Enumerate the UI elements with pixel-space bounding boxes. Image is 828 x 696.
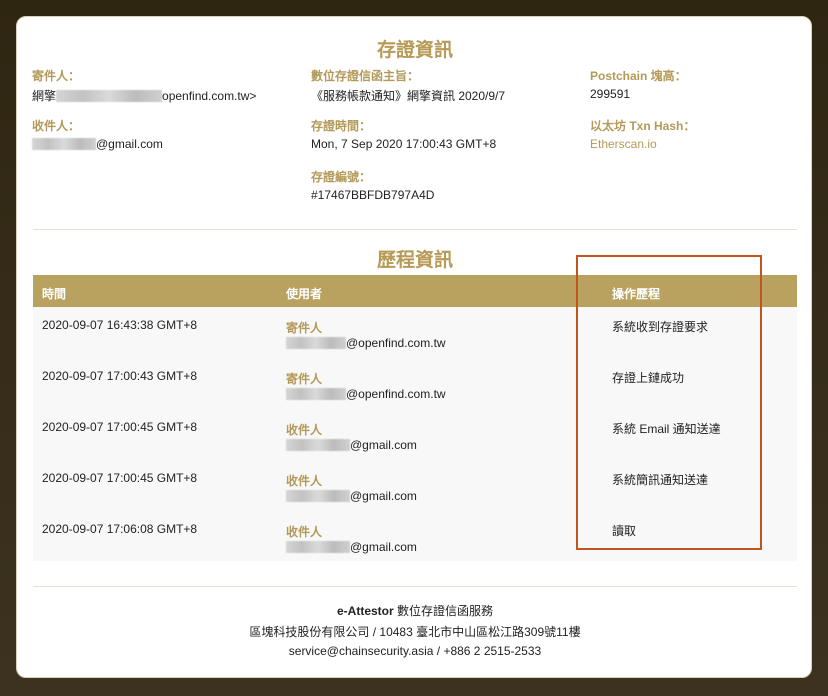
redacted-email	[286, 541, 350, 553]
row-role: 寄件人	[286, 321, 323, 335]
footer-brand: e-Attestor	[336, 604, 394, 618]
subject-value: 《服務帳款通知》網擎資訊 2020/9/7	[311, 89, 506, 103]
row-email: @openfind.com.tw	[286, 387, 446, 401]
redacted-email	[286, 337, 346, 349]
footer-contact: service@chainsecurity.asia / +886 2 2515…	[288, 644, 542, 658]
redacted-sender-email	[56, 90, 163, 102]
redacted-email	[286, 439, 350, 451]
etherscan-link[interactable]: Etherscan.io	[590, 137, 657, 151]
footer-company: 區塊科技股份有限公司 / 10483 臺北市中山區松江路309號11樓	[249, 625, 581, 639]
row-email: @gmail.com	[286, 489, 417, 503]
redacted-email	[286, 388, 346, 400]
column-header-user: 使用者	[286, 287, 323, 301]
time-value: Mon, 7 Sep 2020 17:00:43 GMT+8	[311, 137, 497, 151]
row-role: 寄件人	[286, 372, 323, 386]
time-label: 存證時間：	[311, 119, 372, 133]
sender-name: 網擎	[32, 89, 57, 103]
row-time: 2020-09-07 17:00:45 GMT+8	[42, 471, 198, 485]
row-role: 收件人	[286, 423, 323, 437]
row-time: 2020-09-07 17:06:08 GMT+8	[42, 522, 198, 536]
redacted-recipient-email	[32, 138, 96, 150]
sender-domain: openfind.com.tw>	[162, 89, 257, 103]
row-role: 收件人	[286, 525, 323, 539]
block-height-label: Postchain 塊高：	[590, 69, 687, 83]
redacted-email	[286, 490, 350, 502]
footer-divider	[33, 586, 797, 587]
recipient-value: @gmail.com	[32, 137, 163, 151]
subject-label: 數位存證信函主旨：	[311, 69, 420, 83]
footer-service-line: e-Attestor 數位存證信函服務	[17, 602, 813, 619]
block-height-value: 299591	[590, 87, 631, 101]
row-time: 2020-09-07 17:00:45 GMT+8	[42, 420, 198, 434]
cert-info-title: 存證資訊	[376, 39, 453, 61]
row-role: 收件人	[286, 474, 323, 488]
cert-id-value: #17467BBFDB797A4D	[311, 188, 435, 202]
row-time: 2020-09-07 17:00:43 GMT+8	[42, 369, 198, 383]
cert-id-label: 存證編號：	[311, 170, 372, 184]
section-divider	[33, 229, 797, 230]
sender-label: 寄件人：	[32, 69, 81, 83]
recipient-label: 收件人：	[32, 119, 81, 133]
row-email: @gmail.com	[286, 438, 417, 452]
footer-service-desc: 數位存證信函服務	[393, 604, 493, 618]
column-header-time: 時間	[42, 287, 67, 301]
row-email: @gmail.com	[286, 540, 417, 554]
recipient-domain: @gmail.com	[96, 137, 163, 151]
sender-value: 網擎 openfind.com.tw>	[32, 87, 256, 104]
eth-hash-label: 以太坊 Txn Hash：	[590, 119, 696, 133]
action-history-highlight-box	[576, 255, 762, 550]
row-email: @openfind.com.tw	[286, 336, 446, 350]
row-time: 2020-09-07 16:43:38 GMT+8	[42, 318, 198, 332]
